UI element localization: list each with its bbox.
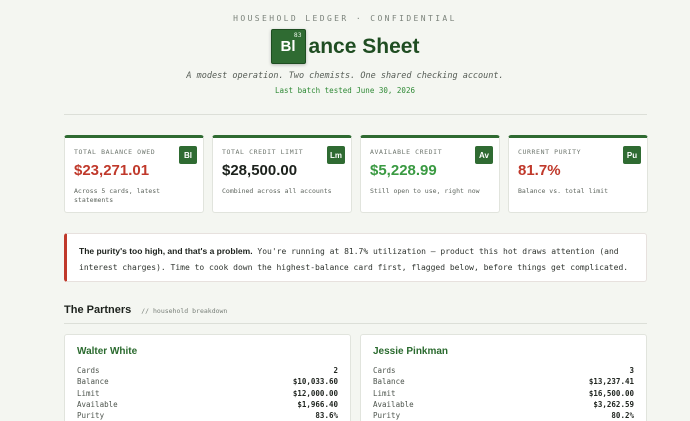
section-title: The Partners	[64, 304, 132, 316]
stat-card-total-balance: TOTAL BALANCE OWED $23,271.01 Across 5 c…	[64, 135, 204, 213]
partners-section-header: The Partners // household breakdown	[64, 304, 227, 316]
partner-row-purity: Purity 83.6%	[77, 411, 338, 421]
element-tile-symbol: Bl	[280, 38, 296, 55]
stat-card-current-purity: CURRENT PURITY 81.7% Balance vs. total l…	[508, 135, 648, 213]
partner-row-cards: Cards 2	[77, 366, 338, 377]
stat-note: Across 5 cards, latest statements	[74, 187, 161, 205]
page-title: 83 Bl ance Sheet	[0, 29, 690, 64]
stat-card-credit-limit: TOTAL CREDIT LIMIT $28,500.00 Combined a…	[212, 135, 352, 213]
stat-label: AVAILABLE CREDIT	[370, 148, 443, 156]
partner-row-limit: Limit $12,000.00	[77, 389, 338, 400]
element-tile-logo: 83 Bl	[270, 29, 306, 64]
partner-row-purity: Purity 80.2%	[373, 411, 634, 421]
stat-label: TOTAL CREDIT LIMIT	[222, 148, 304, 156]
row-key: Purity	[373, 411, 401, 421]
row-key: Limit	[77, 388, 100, 398]
row-key: Cards	[77, 366, 100, 375]
stat-value: $28,500.00	[222, 162, 298, 179]
row-key: Balance	[77, 377, 109, 387]
stat-value: 81.7%	[518, 162, 561, 179]
header-divider	[64, 114, 647, 115]
element-badge-icon: Av	[475, 146, 493, 164]
row-value: $12,000.00	[292, 388, 338, 398]
partner-card-jessie: Jessie Pinkman Cards 3 Balance $13,237.41 …	[360, 334, 647, 421]
row-value: 80.2%	[611, 411, 634, 421]
element-tile-number: 83	[293, 32, 302, 39]
page-subtitle: A modest operation. Two chemists. One sh…	[186, 71, 504, 81]
partner-row-balance: Balance $10,033.60	[77, 377, 338, 388]
partner-row-available: Available $1,966.40	[77, 400, 338, 411]
row-value: $1,966.40	[297, 399, 338, 409]
row-value: 2	[333, 366, 338, 375]
row-key: Purity	[77, 411, 105, 421]
stat-note: Combined across all accounts	[222, 187, 332, 195]
element-badge-icon: Bl	[179, 146, 197, 164]
partner-row-cards: Cards 3	[373, 366, 634, 377]
partner-row-available: Available $3,262.59	[373, 400, 634, 411]
element-badge-icon: Pu	[623, 146, 641, 164]
stat-note: Still open to use, right now	[370, 187, 480, 195]
header-kicker: HOUSEHOLD LEDGER · CONFIDENTIAL	[233, 14, 457, 23]
row-key: Available	[77, 399, 118, 409]
row-key: Balance	[373, 377, 405, 387]
row-value: 83.6%	[315, 411, 338, 421]
row-value: 3	[629, 366, 634, 375]
row-key: Limit	[373, 388, 396, 398]
stat-label: CURRENT PURITY	[518, 148, 582, 156]
alert-headline: The purity's too high, and that's a prob…	[79, 246, 253, 256]
row-key: Available	[373, 399, 414, 409]
row-value: $10,033.60	[292, 377, 338, 387]
element-badge-icon: Lm	[327, 146, 345, 164]
row-key: Cards	[373, 366, 396, 375]
row-value: $13,237.41	[588, 377, 634, 387]
section-subtitle: // household breakdown	[141, 307, 228, 315]
last-tested-date: Last batch tested June 30, 2026	[275, 86, 415, 95]
stat-value: $23,271.01	[74, 162, 150, 179]
row-value: $3,262.59	[593, 399, 634, 409]
utilization-alert: The purity's too high, and that's a prob…	[64, 233, 647, 282]
partner-name: Walter White	[77, 346, 138, 357]
stat-value: $5,228.99	[370, 162, 437, 179]
partner-row-balance: Balance $13,237.41	[373, 377, 634, 388]
section-divider	[64, 323, 647, 324]
partner-card-walter: Walter White Cards 2 Balance $10,033.60 Li…	[64, 334, 351, 421]
stat-label: TOTAL BALANCE OWED	[74, 148, 156, 156]
partner-row-limit: Limit $16,500.00	[373, 389, 634, 400]
stat-note: Balance vs. total limit	[518, 187, 609, 195]
page-title-text: ance Sheet	[308, 34, 420, 58]
stat-card-available-credit: AVAILABLE CREDIT $5,228.99 Still open to…	[360, 135, 500, 213]
row-value: $16,500.00	[588, 388, 634, 398]
partner-name: Jessie Pinkman	[373, 346, 449, 357]
